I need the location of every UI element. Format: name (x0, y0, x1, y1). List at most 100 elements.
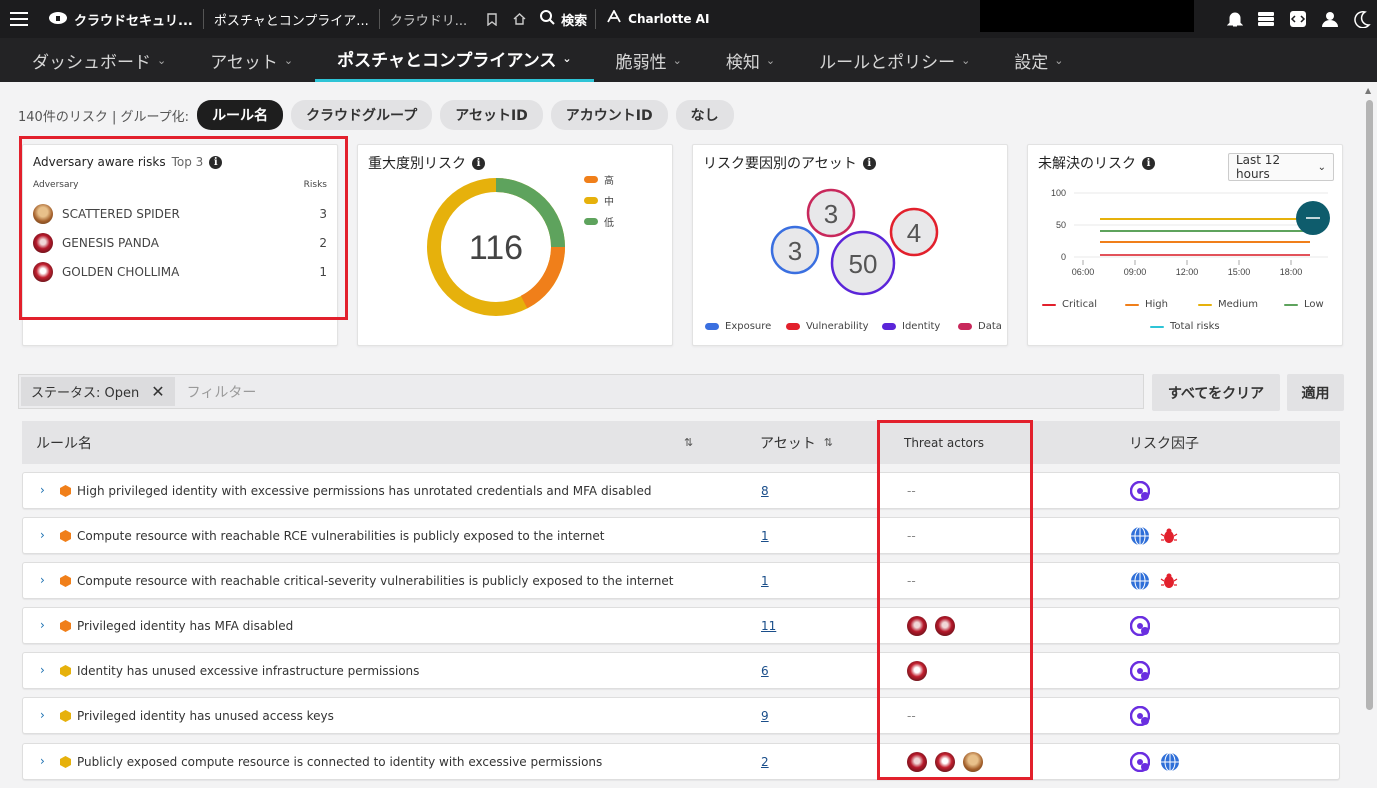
nav-detections[interactable]: 検知 ⌄ (704, 38, 797, 82)
severity-donut[interactable]: 116 (424, 175, 568, 319)
col-rule-name[interactable]: ルール名 (36, 421, 92, 464)
table-row[interactable]: › Compute resource with reachable critic… (22, 562, 1340, 599)
asset-count-link[interactable]: 2 (761, 755, 769, 769)
asset-count-link[interactable]: 11 (761, 619, 776, 633)
bug-icon (1160, 528, 1178, 543)
rule-name: Privileged identity has unused access ke… (77, 709, 334, 723)
severity-medium-icon (60, 710, 71, 722)
severity-card-title: 重大度別リスク i (368, 153, 485, 173)
legend-medium: Medium (1198, 299, 1258, 310)
legend-swatch (584, 218, 598, 225)
nav-vulnerabilities[interactable]: 脆弱性 ⌄ (594, 38, 704, 82)
charlotte-ai-button[interactable]: Charlotte AI (596, 9, 719, 28)
nav-settings[interactable]: 設定 ⌄ (992, 38, 1085, 82)
table-row[interactable]: › Privileged identity has MFA disabled 1… (22, 607, 1340, 644)
sort-icon[interactable]: ⇅ (684, 421, 693, 464)
legend-swatch (584, 197, 598, 204)
chevron-down-icon: ⌄ (1054, 53, 1064, 67)
group-by-asset-id[interactable]: アセットID (440, 100, 543, 130)
col-risk-factors: リスク因子 (1129, 421, 1199, 464)
table-row[interactable]: › Publicly exposed compute resource is c… (22, 743, 1340, 780)
chevron-right-icon[interactable]: › (40, 618, 45, 632)
col-assets[interactable]: アセット ⇅ (760, 421, 833, 464)
chevron-right-icon[interactable]: › (40, 573, 45, 587)
legend-label: Medium (1218, 299, 1258, 310)
filter-bar[interactable]: ステータス: Open ✕ フィルター (18, 374, 1144, 409)
home-icon[interactable] (507, 13, 532, 25)
info-icon[interactable]: i (1142, 156, 1155, 170)
charlotte-icon (606, 9, 622, 28)
chevron-right-icon[interactable]: › (40, 528, 45, 542)
asset-count-link[interactable]: 8 (761, 484, 769, 498)
x-tick: 12:00 (1176, 267, 1199, 277)
apply-button[interactable]: 適用 (1287, 374, 1344, 411)
severity-high-icon (60, 530, 71, 542)
legend-swatch (584, 176, 598, 183)
y-tick: 0 (1061, 252, 1066, 262)
info-icon[interactable]: i (472, 156, 485, 170)
col-label: ルール名 (36, 435, 92, 452)
breadcrumb-posture[interactable]: ポスチャとコンプライア... (204, 10, 379, 29)
table-row[interactable]: › Compute resource with reachable RCE vu… (22, 517, 1340, 554)
app-home-link[interactable]: クラウドセキュリ... (38, 9, 203, 29)
scroll-up-arrow[interactable]: ▲ (1365, 86, 1371, 95)
bell-icon[interactable] (1227, 10, 1243, 28)
chevron-right-icon[interactable]: › (40, 754, 45, 768)
group-by-account-id[interactable]: アカウントID (550, 100, 668, 130)
filter-input[interactable]: フィルター (187, 382, 257, 402)
info-icon[interactable]: i (862, 156, 876, 170)
bug-icon (1160, 573, 1178, 588)
highlight-box (877, 420, 1033, 780)
legend-total: Total risks (1150, 321, 1220, 332)
group-by-none[interactable]: なし (675, 100, 734, 130)
nav-label: アセット (210, 52, 278, 73)
nav-dashboard[interactable]: ダッシュボード ⌄ (10, 38, 188, 82)
bubble-value: 4 (907, 218, 921, 248)
chevron-right-icon[interactable]: › (40, 708, 45, 722)
nav-label: 脆弱性 (615, 52, 667, 73)
time-range-select[interactable]: Last 12 hours ⌄ (1228, 153, 1334, 181)
nav-assets[interactable]: アセット ⌄ (188, 38, 315, 82)
asset-count-link[interactable]: 1 (761, 529, 769, 543)
legend-exposure: Exposure (705, 321, 771, 332)
risk-factors-cell (1130, 571, 1178, 591)
chevron-right-icon[interactable]: › (40, 663, 45, 677)
status-filter-chip[interactable]: ステータス: Open ✕ (21, 377, 175, 406)
asset-count-link[interactable]: 9 (761, 709, 769, 723)
search-button[interactable]: 検索 (532, 9, 595, 29)
bookmark-icon[interactable] (477, 12, 507, 26)
group-by-bar: 140件のリスク | グループ化: ルール名 クラウドグループ アセットID ア… (18, 100, 734, 130)
stack-icon[interactable] (1257, 11, 1275, 27)
moon-icon[interactable] (1353, 10, 1371, 28)
table-row[interactable]: › High privileged identity with excessiv… (22, 472, 1340, 509)
sort-icon[interactable]: ⇅ (824, 436, 833, 449)
legend-swatch (1284, 303, 1298, 306)
highlight-box (19, 136, 348, 320)
legend-label: 低 (604, 218, 614, 229)
nav-posture-compliance[interactable]: ポスチャとコンプライアンス ⌄ (315, 38, 594, 82)
nav-label: 設定 (1014, 52, 1049, 73)
code-icon[interactable] (1289, 10, 1307, 28)
chevron-right-icon[interactable]: › (40, 483, 45, 497)
nav-rules-policies[interactable]: ルールとポリシー ⌄ (797, 38, 992, 82)
table-row[interactable]: › Privileged identity has unused access … (22, 697, 1340, 734)
breadcrumb-cloud-risks[interactable]: クラウドリ... (380, 10, 477, 29)
chevron-down-icon: ⌄ (672, 53, 682, 67)
unresolved-risks-card: 未解決のリスク i Last 12 hours ⌄ 100 50 0 06:00… (1027, 144, 1343, 346)
clear-all-button[interactable]: すべてをクリア (1152, 374, 1280, 411)
y-tick: 100 (1051, 188, 1066, 198)
group-by-cloud-group[interactable]: クラウドグループ (291, 100, 433, 130)
scrollbar-thumb[interactable] (1366, 100, 1373, 710)
x-tick: 18:00 (1280, 267, 1303, 277)
asset-count-link[interactable]: 6 (761, 664, 769, 678)
table-row[interactable]: › Identity has unused excessive infrastr… (22, 652, 1340, 689)
menu-icon[interactable] (0, 12, 38, 26)
rule-name: Identity has unused excessive infrastruc… (77, 664, 420, 678)
group-by-rule-name[interactable]: ルール名 (197, 100, 284, 130)
bubble-chart: 3 3 50 4 (770, 188, 939, 296)
page-scrollbar[interactable]: ▲ (1365, 86, 1374, 788)
legend-swatch (1150, 325, 1164, 328)
close-icon[interactable]: ✕ (151, 382, 164, 401)
user-icon[interactable] (1321, 10, 1339, 28)
asset-count-link[interactable]: 1 (761, 574, 769, 588)
